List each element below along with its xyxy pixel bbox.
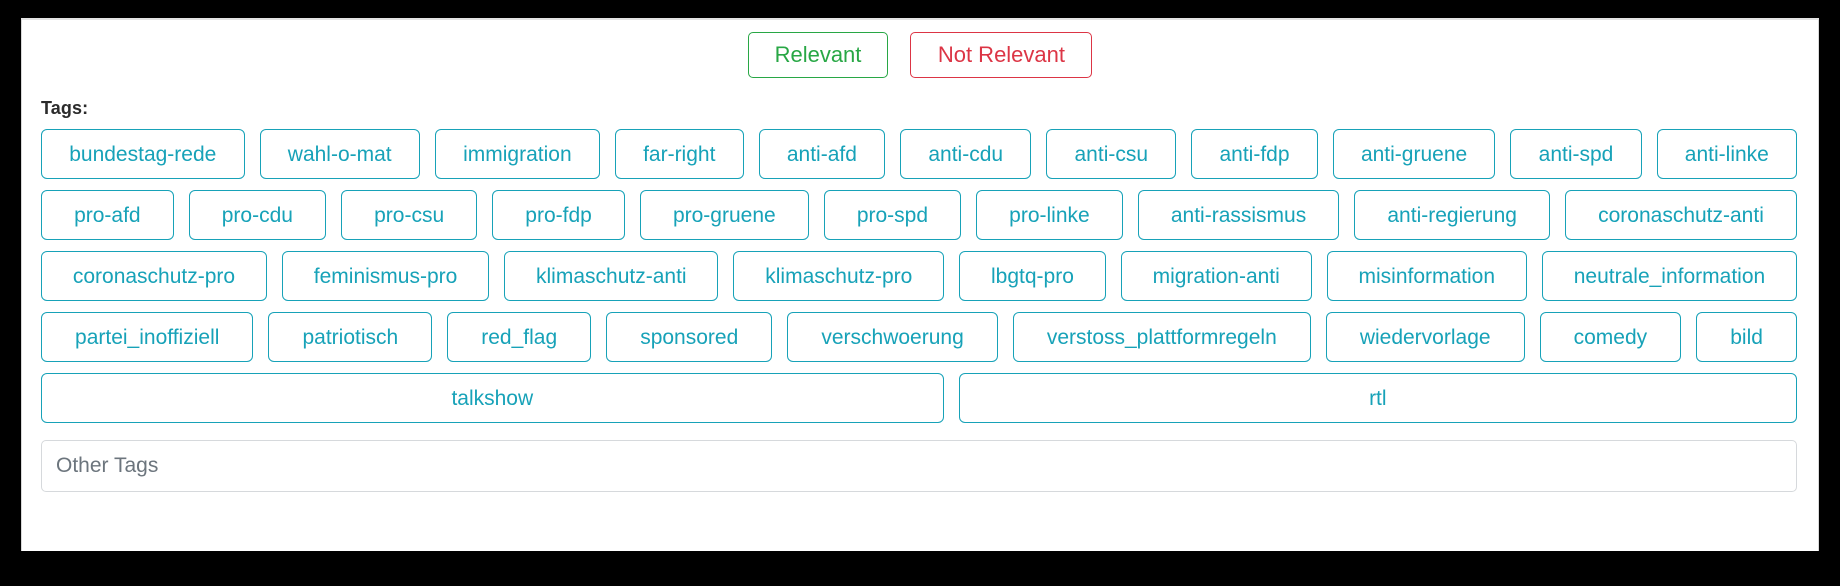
tags-section: Tags: bundestag-rede wahl-o-mat immigratio…	[22, 98, 1818, 423]
tag-button-anti-spd[interactable]: anti-spd	[1510, 129, 1642, 179]
tag-button-anti-fdp[interactable]: anti-fdp	[1191, 129, 1318, 179]
tag-button-red_flag[interactable]: red_flag	[447, 312, 592, 362]
tag-button-talkshow[interactable]: talkshow	[41, 373, 944, 423]
tag-button-pro-spd[interactable]: pro-spd	[823, 190, 962, 240]
tags-section-label: Tags:	[41, 98, 89, 118]
tag-button-misinformation[interactable]: misinformation	[1326, 251, 1527, 301]
tag-button-bundestag-rede[interactable]: bundestag-rede	[41, 129, 245, 179]
tag-button-anti-cdu[interactable]: anti-cdu	[900, 129, 1032, 179]
tag-button-patriotisch[interactable]: patriotisch	[268, 312, 433, 362]
tag-button-anti-regierung[interactable]: anti-regierung	[1354, 190, 1551, 240]
tag-button-immigration[interactable]: immigration	[434, 129, 600, 179]
tag-button-pro-fdp[interactable]: pro-fdp	[492, 190, 625, 240]
tag-button-far-right[interactable]: far-right	[614, 129, 744, 179]
tag-button-klimaschutz-anti[interactable]: klimaschutz-anti	[504, 251, 719, 301]
tag-button-feminismus-pro[interactable]: feminismus-pro	[281, 251, 490, 301]
tag-button-verschwoerung[interactable]: verschwoerung	[787, 312, 998, 362]
tag-button-coronaschutz-pro[interactable]: coronaschutz-pro	[41, 251, 267, 301]
tag-button-comedy[interactable]: comedy	[1539, 312, 1682, 362]
tag-button-rtl[interactable]: rtl	[958, 373, 1798, 423]
tag-button-pro-cdu[interactable]: pro-cdu	[188, 190, 327, 240]
tag-button-wiedervorlage[interactable]: wiedervorlage	[1325, 312, 1525, 362]
tag-button-wahl-o-mat[interactable]: wahl-o-mat	[259, 129, 420, 179]
tag-button-verstoss_plattformregeln[interactable]: verstoss_plattformregeln	[1012, 312, 1311, 362]
tag-button-lbgtq-pro[interactable]: lbgtq-pro	[959, 251, 1106, 301]
other-tags-input[interactable]	[41, 440, 1797, 492]
tag-button-anti-linke[interactable]: anti-linke	[1656, 129, 1798, 179]
tag-button-bild[interactable]: bild	[1696, 312, 1797, 362]
tag-button-sponsored[interactable]: sponsored	[606, 312, 773, 362]
relevant-button[interactable]: Relevant	[747, 32, 889, 78]
tag-row: pro-afd pro-cdu pro-csu pro-fdp pro-gruene pr…	[41, 190, 1797, 240]
tag-button-neutrale_information[interactable]: neutrale_information	[1541, 251, 1798, 301]
tag-row: coronaschutz-pro feminismus-pro klimaschut…	[41, 251, 1798, 301]
tag-button-coronaschutz-anti[interactable]: coronaschutz-anti	[1565, 190, 1797, 240]
tag-row: partei_inoffiziell patriotisch red_flag spo…	[41, 312, 1797, 362]
tag-button-migration-anti[interactable]: migration-anti	[1120, 251, 1312, 301]
tag-button-anti-gruene[interactable]: anti-gruene	[1332, 129, 1496, 179]
app-root: Relevant Not Relevant Tags: bundestag-re…	[0, 0, 1840, 586]
tag-button-klimaschutz-pro[interactable]: klimaschutz-pro	[733, 251, 945, 301]
tag-button-pro-linke[interactable]: pro-linke	[976, 190, 1123, 240]
tag-button-pro-afd[interactable]: pro-afd	[41, 190, 174, 240]
tag-button-pro-csu[interactable]: pro-csu	[341, 190, 478, 240]
relevance-button-group: Relevant Not Relevant	[22, 20, 1818, 78]
tag-button-partei_inoffiziell[interactable]: partei_inoffiziell	[41, 312, 254, 362]
not-relevant-button[interactable]: Not Relevant	[910, 32, 1093, 78]
tag-button-anti-afd[interactable]: anti-afd	[758, 129, 886, 179]
annotation-panel: Relevant Not Relevant Tags: bundestag-re…	[21, 18, 1819, 551]
tag-button-grid: bundestag-rede wahl-o-mat immigration far-r…	[41, 129, 1798, 423]
tag-row: talkshow rtl	[41, 373, 1798, 423]
tag-row: bundestag-rede wahl-o-mat immigration far-r…	[41, 129, 1798, 179]
tag-button-anti-rassismus[interactable]: anti-rassismus	[1137, 190, 1340, 240]
tag-button-pro-gruene[interactable]: pro-gruene	[639, 190, 809, 240]
tag-button-anti-csu[interactable]: anti-csu	[1046, 129, 1177, 179]
other-tags-field-wrapper	[22, 440, 1818, 492]
